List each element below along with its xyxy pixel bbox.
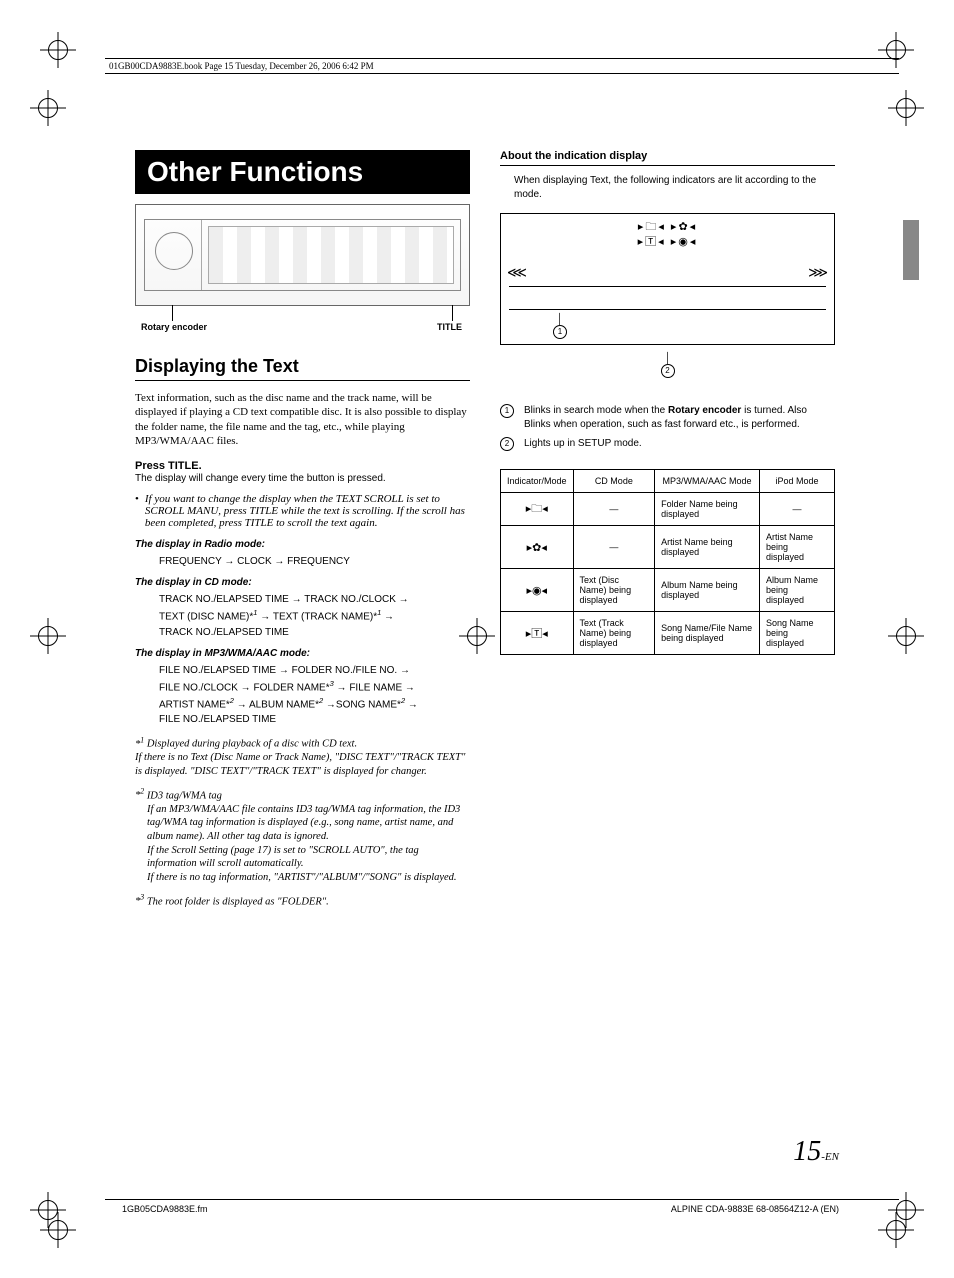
crop-mark [30, 90, 66, 126]
artist-icon: ▸✿◂ [501, 526, 574, 569]
mp3-mode-body: FILE NO./ELAPSED TIME → FOLDER NO./FILE … [159, 663, 470, 728]
radio-mode-body: FREQUENCY → CLOCK → FREQUENCY [159, 554, 470, 569]
indicator-table: Indicator/Mode CD Mode MP3/WMA/AAC Mode … [500, 469, 835, 655]
callout-1-icon: 1 [500, 404, 514, 418]
radio-mode-heading: The display in Radio mode: [135, 539, 470, 550]
callout-note-2: 2 Lights up in SETUP mode. [500, 437, 835, 451]
table-row: ▸🗀◂ — Folder Name being displayed — [501, 493, 835, 526]
press-button-name: TITLE [168, 460, 199, 472]
crop-mark [888, 90, 924, 126]
table-row: ▸✿◂ — Artist Name being displayed Artist… [501, 526, 835, 569]
folder-icon: ▸🗀◂ [638, 220, 666, 235]
th-mp3: MP3/WMA/AAC Mode [655, 470, 760, 493]
th-ipod: iPod Mode [760, 470, 835, 493]
section-title: Displaying the Text [135, 356, 470, 381]
crop-mark [40, 1212, 76, 1248]
callout-notes: 1 Blinks in search mode when the Rotary … [500, 404, 835, 451]
indication-subheading: About the indication display [500, 150, 835, 166]
bullet-dot-icon: • [135, 493, 139, 529]
rotary-encoder-icon [145, 220, 202, 290]
left-chevrons-icon: ⋘ [507, 264, 527, 281]
track-icon: ▸🅃◂ [501, 612, 574, 655]
cd-mode-heading: The display in CD mode: [135, 577, 470, 588]
press-instruction: Press TITLE. [135, 460, 470, 472]
footer-filename: 1GB05CDA9883E.fm [122, 1204, 208, 1214]
track-icon: ▸🅃◂ [638, 235, 666, 250]
intro-paragraph: Text information, such as the disc name … [135, 391, 470, 448]
book-header-text: 01GB00CDA9883E.book Page 15 Tuesday, Dec… [109, 61, 374, 71]
book-header-line: 01GB00CDA9883E.book Page 15 Tuesday, Dec… [105, 58, 899, 74]
footnote-1: *1 Displayed during playback of a disc w… [135, 735, 470, 778]
disc-icon: ▸◉◂ [501, 569, 574, 612]
callout-2-line: │2 [500, 353, 835, 378]
device-illustration [135, 204, 470, 306]
cd-mode-body: TRACK NO./ELAPSED TIME → TRACK NO./CLOCK… [159, 592, 470, 639]
disc-icon: ▸◉◂ [671, 235, 698, 250]
page-number: 15-EN [793, 1136, 839, 1168]
callout-2-icon: 2 [500, 437, 514, 451]
display-diagram: ▸🗀◂ ▸✿◂ ▸🅃◂ ▸◉◂ ⋘ ⋙ │1 [500, 213, 835, 345]
page-side-tab [903, 220, 919, 280]
footnote-2: *2 ID3 tag/WMA tag If an MP3/WMA/AAC fil… [135, 787, 470, 885]
table-row: ▸🅃◂ Text (Track Name) being displayed So… [501, 612, 835, 655]
display-track-area [509, 286, 826, 310]
folder-icon: ▸🗀◂ [501, 493, 574, 526]
callout-1-line: │1 [553, 314, 567, 339]
crop-mark [40, 32, 76, 68]
mp3-mode-heading: The display in MP3/WMA/AAC mode: [135, 648, 470, 659]
th-cd: CD Mode [573, 470, 655, 493]
footnote-3: *3 The root folder is displayed as "FOLD… [135, 893, 470, 909]
callout-note-1: 1 Blinks in search mode when the Rotary … [500, 404, 835, 431]
right-column: About the indication display When displa… [500, 150, 835, 909]
crop-mark [30, 618, 66, 654]
artist-icon: ▸✿◂ [671, 220, 697, 235]
left-column: Other Functions Rotary encoder TITLE Dis… [135, 150, 470, 909]
right-chevrons-icon: ⋙ [808, 264, 828, 281]
th-indicator: Indicator/Mode [501, 470, 574, 493]
crop-mark [878, 1212, 914, 1248]
press-subtext: The display will change every time the b… [135, 472, 470, 485]
device-label-right: TITLE [437, 322, 462, 332]
indication-text: When displaying Text, the following indi… [514, 174, 835, 201]
table-header-row: Indicator/Mode CD Mode MP3/WMA/AAC Mode … [501, 470, 835, 493]
crop-mark [888, 618, 924, 654]
device-screen-icon [208, 226, 454, 284]
display-icons-row: ▸🗀◂ ▸✿◂ ▸🅃◂ ▸◉◂ [501, 220, 834, 251]
footer-model: ALPINE CDA-9883E 68-08564Z12-A (EN) [671, 1204, 839, 1214]
footer-rule [105, 1199, 899, 1200]
press-prefix: Press [135, 460, 168, 472]
press-suffix: . [199, 460, 202, 472]
bullet-text: If you want to change the display when t… [145, 493, 470, 529]
page-content: Other Functions Rotary encoder TITLE Dis… [135, 150, 835, 909]
chapter-title: Other Functions [135, 150, 470, 194]
table-row: ▸◉◂ Text (Disc Name) being displayed Alb… [501, 569, 835, 612]
note-bullet: • If you want to change the display when… [135, 493, 470, 529]
device-label-left: Rotary encoder [141, 322, 207, 332]
